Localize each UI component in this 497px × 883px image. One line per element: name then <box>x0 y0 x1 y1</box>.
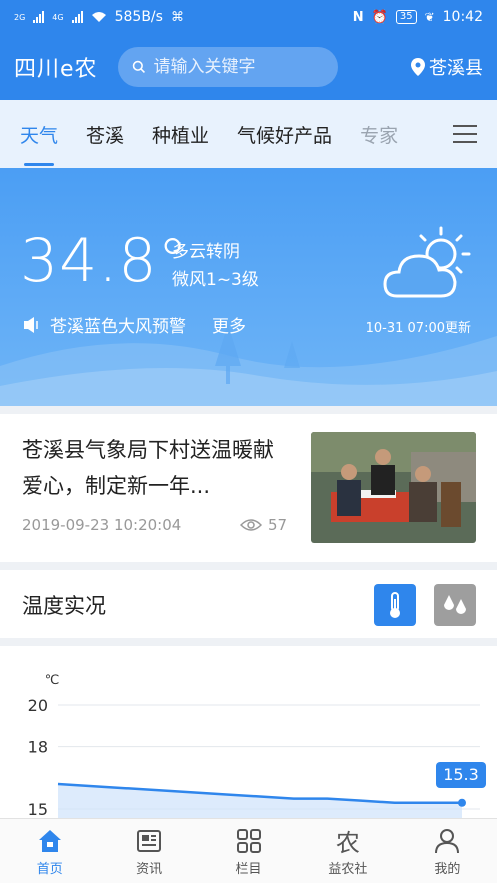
temperature-chart-card: ℃ 20 18 15 15.3 <box>0 646 497 818</box>
bottom-navigation: 首页 资讯 栏目 农 益农社 我的 <box>0 818 497 883</box>
category-tabs: 天气 苍溪 种植业 气候好产品 专家 <box>0 100 497 168</box>
weather-condition: 多云转阴 <box>172 242 240 262</box>
battery-icon: 35 <box>395 10 417 24</box>
location-selector[interactable]: 苍溪县 <box>411 54 483 80</box>
home-icon <box>35 826 65 856</box>
network-type-1: 2G <box>14 12 26 22</box>
chart-unit-label: ℃ <box>45 673 60 688</box>
current-temperature: 34.8° <box>20 226 189 296</box>
nav-profile[interactable]: 我的 <box>398 819 497 883</box>
update-time: 10-31 07:00更新 <box>365 321 471 336</box>
alarm-icon: ⏰ <box>371 9 388 25</box>
eye-icon <box>240 519 262 531</box>
temperature-chart: ℃ 20 18 15 15.3 <box>28 673 486 818</box>
thermometer-icon <box>390 592 400 618</box>
raindrops-icon <box>444 595 466 614</box>
alert-text: 苍溪蓝色大风预警 <box>50 317 186 337</box>
grid-icon <box>234 826 264 856</box>
section-title: 温度实况 <box>22 594 106 618</box>
news-icon <box>134 826 164 856</box>
rainfall-toggle-button[interactable] <box>434 584 476 626</box>
status-time: 10:42 <box>442 9 483 25</box>
weather-alert[interactable]: 苍溪蓝色大风预警 更多 <box>22 312 246 337</box>
news-title: 苍溪县气象局下村送温暖献爱心，制定新一年... <box>22 438 274 498</box>
signal-icon <box>33 11 45 23</box>
location-label: 苍溪县 <box>429 58 483 79</box>
last-point <box>458 798 466 807</box>
temperature-toggle-button[interactable] <box>374 584 416 626</box>
alert-more-link[interactable]: 更多 <box>212 312 246 337</box>
nav-home[interactable]: 首页 <box>0 819 99 883</box>
last-value-label: 15.3 <box>443 765 479 784</box>
tab-weather[interactable]: 天气 <box>20 100 58 168</box>
news-item[interactable]: 苍溪县气象局下村送温暖献爱心，制定新一年... 2019-09-23 10:20… <box>0 414 497 562</box>
y-tick-label: 18 <box>28 738 48 757</box>
speaker-icon <box>24 316 38 333</box>
search-icon <box>132 60 145 73</box>
weather-card[interactable]: 34.8° 多云转阴 微风1~3级 苍溪蓝色大风预警 更多 10-31 07:0… <box>0 168 497 406</box>
temperature-area <box>58 784 462 818</box>
wifi-icon <box>91 12 106 22</box>
cloudy-sun-icon <box>383 226 471 298</box>
farm-icon: 农 <box>335 829 360 857</box>
news-photo <box>311 432 476 543</box>
app-logo: 四川e农 <box>14 57 98 82</box>
leaf-icon: ❦ <box>424 10 435 24</box>
weather-description: 多云转阴 微风1~3级 <box>172 238 259 294</box>
tab-planting[interactable]: 种植业 <box>152 100 209 168</box>
app-header: 四川e农 苍溪县 <box>0 34 497 100</box>
views-count: 57 <box>268 516 288 534</box>
network-type-2: 4G <box>52 12 64 22</box>
wind-level: 微风1~3级 <box>172 270 259 290</box>
signal-icon-2 <box>71 11 83 23</box>
news-date: 2019-09-23 10:20:04 <box>22 516 182 534</box>
nav-home-label: 首页 <box>36 861 63 877</box>
nav-farm-community[interactable]: 农 益农社 <box>298 819 397 883</box>
news-views: 57 <box>240 516 287 534</box>
nav-farm-label: 益农社 <box>328 861 368 877</box>
y-tick-label: 20 <box>28 696 48 715</box>
search-bar[interactable] <box>117 47 338 87</box>
user-icon <box>432 826 462 856</box>
tab-experts[interactable]: 专家 <box>360 100 398 168</box>
tab-climate-products[interactable]: 气候好产品 <box>237 100 332 168</box>
nav-news[interactable]: 资讯 <box>99 819 198 883</box>
nfc-icon: N <box>352 9 364 25</box>
nav-news-label: 资讯 <box>136 861 163 877</box>
tab-cangxi[interactable]: 苍溪 <box>86 100 124 168</box>
nav-columns[interactable]: 栏目 <box>199 819 298 883</box>
temperature-section-header: 温度实况 <box>0 570 497 638</box>
y-tick-label: 15 <box>28 800 48 818</box>
location-pin-icon <box>411 58 425 76</box>
nav-columns-label: 栏目 <box>235 861 262 877</box>
status-bar: 2G 4G 585B/s ⌘ N ⏰ 35 ❦ 10:42 <box>0 0 497 34</box>
nav-profile-label: 我的 <box>434 861 461 877</box>
search-input[interactable] <box>153 57 324 77</box>
network-speed: 585B/s <box>114 9 163 25</box>
app-notification-icon: ⌘ <box>170 9 184 25</box>
tabs-menu-icon[interactable] <box>453 122 477 146</box>
